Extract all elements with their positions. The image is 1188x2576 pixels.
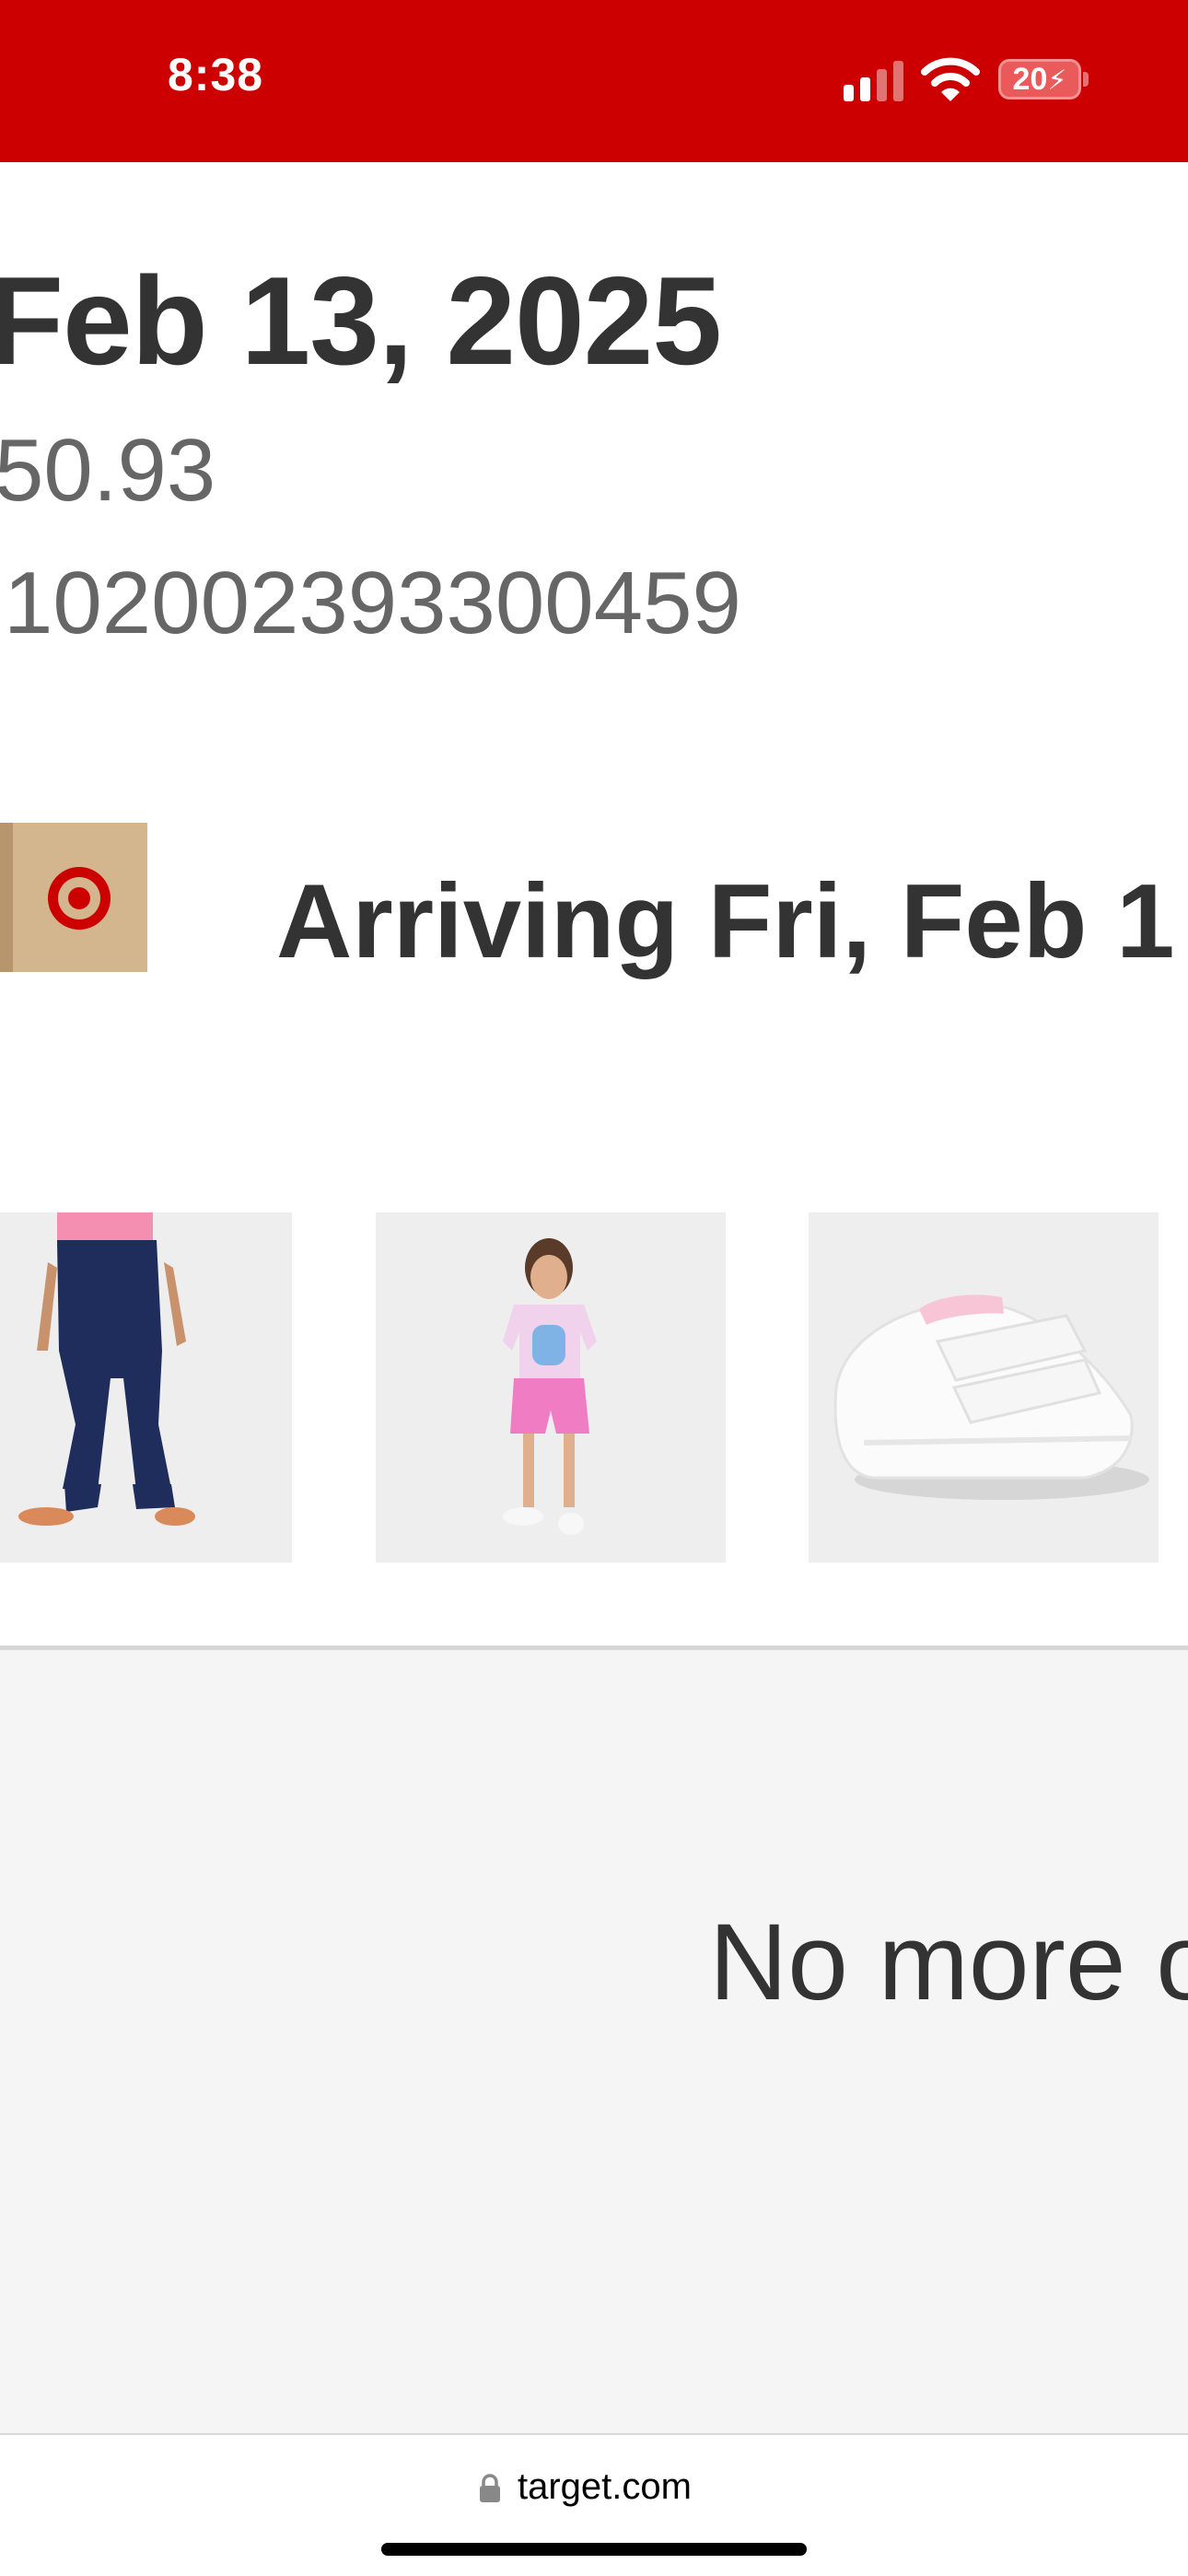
order-date: Feb 13, 2025: [0, 251, 722, 391]
battery-nub: [1083, 72, 1089, 87]
wifi-icon: [921, 55, 980, 103]
jeans-product-image[interactable]: [0, 1212, 292, 1563]
white-sneaker-product-image[interactable]: [809, 1212, 1159, 1563]
order-number: 102002393300459: [4, 554, 741, 652]
home-indicator[interactable]: [381, 2543, 807, 2556]
target-box-icon: [0, 823, 147, 972]
target-bullseye-icon: [48, 867, 111, 930]
arrival-status[interactable]: Arriving Fri, Feb 1: [276, 861, 1175, 982]
end-of-list-message: No more o: [709, 1902, 1188, 2023]
order-total: 50.93: [0, 421, 216, 520]
battery-charging-icon: 20⚡: [998, 59, 1081, 100]
status-bar: 8:38 20⚡: [0, 0, 1188, 162]
bluey-outfit-product-image[interactable]: [376, 1212, 726, 1563]
end-of-list-area: [0, 1650, 1188, 2433]
cellular-signal-icon: [844, 59, 904, 101]
box-flap: [0, 823, 13, 972]
url-text[interactable]: target.com: [518, 2466, 692, 2508]
status-time: 8:38: [168, 49, 264, 100]
battery-level: 20: [1012, 62, 1048, 97]
lock-icon: [480, 2474, 500, 2502]
